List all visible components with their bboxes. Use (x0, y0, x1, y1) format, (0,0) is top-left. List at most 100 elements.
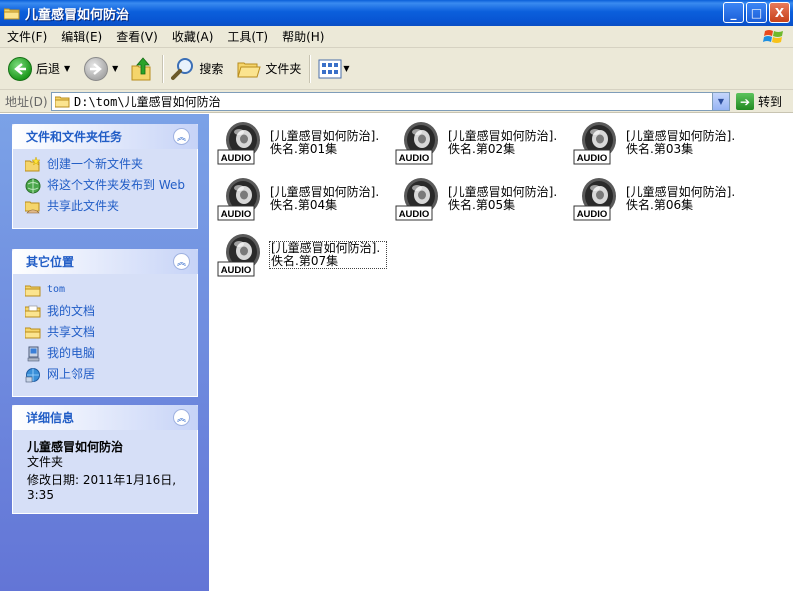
my-documents-icon (25, 305, 41, 318)
place-tom[interactable]: tom (25, 283, 189, 299)
details-header[interactable]: 详细信息 ︽ (12, 405, 198, 430)
menu-favorites[interactable]: 收藏(A) (165, 28, 221, 45)
views-dropdown-icon[interactable]: ▼ (343, 64, 349, 73)
place-my-documents[interactable]: 我的文档 (25, 304, 189, 320)
file-tasks-header[interactable]: 文件和文件夹任务 ︽ (12, 124, 198, 149)
toolbar-separator (309, 54, 311, 83)
file-name-focused: [儿童感冒如何防治]. 佚名.第07集 (269, 241, 387, 269)
address-input[interactable]: D:\tom\儿童感冒如何防治 ▼ (51, 92, 730, 111)
file-item-04[interactable]: AUDIO [儿童感冒如何防治]. 佚名.第04集 (213, 174, 389, 226)
menu-view[interactable]: 查看(V) (109, 28, 165, 45)
place-my-documents-label: 我的文档 (47, 304, 96, 318)
audio-file-icon: AUDIO (395, 178, 438, 221)
file-name: [儿童感冒如何防治]. 佚名.第06集 (626, 185, 736, 212)
details-modified: 修改日期: 2011年1月16日, 3:35 (27, 473, 177, 502)
up-button[interactable] (126, 52, 158, 86)
svg-text:AUDIO: AUDIO (399, 153, 430, 164)
menu-tools[interactable]: 工具(T) (220, 28, 275, 45)
title-bar[interactable]: 儿童感冒如何防治 _ □ X (0, 0, 793, 26)
file-item-02[interactable]: AUDIO [儿童感冒如何防治]. 佚名.第02集 (391, 118, 567, 170)
file-item-07[interactable]: AUDIO [儿童感冒如何防治]. 佚名.第07集 (213, 230, 389, 282)
place-tom-label: tom (47, 284, 66, 295)
collapse-chevron-icon[interactable]: ︽ (173, 128, 190, 145)
address-bar: 地址(D) D:\tom\儿童感冒如何防治 ▼ ➔ 转到 (0, 90, 793, 113)
place-shared-documents-label: 共享文档 (47, 325, 96, 339)
windows-logo-icon (763, 30, 783, 43)
address-path-prefix: D:\tom\ (74, 95, 125, 109)
task-pane: 文件和文件夹任务 ︽ 创建一个新文件夹 将这个文件夹发布到 Web 共享此文件夹… (0, 114, 209, 591)
menu-help[interactable]: 帮助(H) (275, 28, 331, 45)
file-name: [儿童感冒如何防治]. 佚名.第04集 (270, 185, 380, 212)
maximize-button[interactable]: □ (746, 2, 767, 23)
place-shared-documents[interactable]: 共享文档 (25, 325, 189, 341)
back-dropdown-icon[interactable]: ▼ (64, 64, 70, 73)
forward-button[interactable]: ▼ (80, 52, 122, 86)
toolbar: 后退 ▼ ▼ 搜索 文件夹 ▼ (0, 48, 793, 90)
file-list[interactable]: AUDIO [儿童感冒如何防治]. 佚名.第01集 AUDIO [儿童感冒如何防治… (209, 114, 793, 591)
svg-text:AUDIO: AUDIO (577, 209, 608, 220)
task-publish-web[interactable]: 将这个文件夹发布到 Web (25, 178, 189, 194)
file-name: [儿童感冒如何防治]. 佚名.第05集 (448, 185, 558, 212)
folders-label: 文件夹 (265, 62, 302, 76)
file-name: [儿童感冒如何防治]. 佚名.第02集 (448, 129, 558, 156)
folders-icon (237, 62, 262, 77)
menu-edit[interactable]: 编辑(E) (54, 28, 109, 45)
search-button[interactable]: 搜索 (167, 52, 227, 86)
up-folder-icon (131, 56, 151, 80)
audio-file-icon: AUDIO (573, 178, 616, 221)
back-button[interactable]: 后退 ▼ (4, 52, 74, 86)
window-title: 儿童感冒如何防治 (25, 7, 130, 23)
file-name: [儿童感冒如何防治]. 佚名.第01集 (270, 129, 380, 156)
details-name: 儿童感冒如何防治 (27, 440, 124, 454)
task-new-folder[interactable]: 创建一个新文件夹 (25, 157, 189, 173)
collapse-chevron-icon[interactable]: ︽ (173, 409, 190, 426)
share-folder-icon (25, 201, 40, 214)
search-icon (171, 57, 194, 80)
svg-text:AUDIO: AUDIO (221, 153, 252, 164)
audio-file-icon: AUDIO (217, 178, 260, 221)
file-item-06[interactable]: AUDIO [儿童感冒如何防治]. 佚名.第06集 (569, 174, 745, 226)
menu-bar: 文件(F) 编辑(E) 查看(V) 收藏(A) 工具(T) 帮助(H) (0, 26, 793, 48)
file-item-03[interactable]: AUDIO [儿童感冒如何防治]. 佚名.第03集 (569, 118, 745, 170)
folder-icon (55, 96, 70, 108)
file-item-01[interactable]: AUDIO [儿童感冒如何防治]. 佚名.第01集 (213, 118, 389, 170)
close-button[interactable]: X (769, 2, 790, 23)
other-places-panel: 其它位置 ︽ tom 我的文档 共享文档 我的电脑 网上邻居 (12, 249, 198, 397)
address-path-folder: 儿童感冒如何防治 (124, 95, 221, 109)
file-item-05[interactable]: AUDIO [儿童感冒如何防治]. 佚名.第05集 (391, 174, 567, 226)
audio-file-icon: AUDIO (217, 122, 260, 165)
audio-file-icon: AUDIO (395, 122, 438, 165)
views-icon (318, 59, 342, 78)
forward-arrow-icon (84, 56, 109, 81)
shared-documents-icon (25, 327, 41, 339)
search-label: 搜索 (199, 62, 224, 76)
views-button[interactable]: ▼ (314, 52, 353, 86)
address-dropdown-icon[interactable]: ▼ (712, 93, 729, 110)
folders-button[interactable]: 文件夹 (233, 52, 305, 86)
other-places-header[interactable]: 其它位置 ︽ (12, 249, 198, 274)
my-computer-icon (27, 346, 40, 362)
audio-file-icon: AUDIO (573, 122, 616, 165)
place-my-computer[interactable]: 我的电脑 (25, 346, 189, 362)
audio-file-icon: AUDIO (217, 234, 260, 277)
globe-icon (25, 178, 41, 194)
task-share-folder[interactable]: 共享此文件夹 (25, 199, 189, 215)
minimize-button[interactable]: _ (723, 2, 744, 23)
svg-text:AUDIO: AUDIO (577, 153, 608, 164)
network-icon (25, 368, 40, 383)
go-label: 转到 (758, 95, 783, 109)
menu-file[interactable]: 文件(F) (0, 28, 54, 45)
go-button[interactable]: ➔ 转到 (736, 93, 782, 110)
new-folder-icon (25, 157, 41, 172)
place-network-label: 网上邻居 (47, 367, 96, 381)
svg-text:AUDIO: AUDIO (221, 265, 252, 276)
task-publish-web-label: 将这个文件夹发布到 Web (47, 178, 185, 192)
forward-dropdown-icon[interactable]: ▼ (112, 64, 118, 73)
place-network[interactable]: 网上邻居 (25, 367, 189, 383)
back-arrow-icon (8, 56, 32, 81)
folder-icon (25, 285, 41, 297)
task-share-folder-label: 共享此文件夹 (47, 199, 120, 213)
collapse-chevron-icon[interactable]: ︽ (173, 253, 190, 270)
address-path: D:\tom\儿童感冒如何防治 (74, 93, 221, 110)
file-tasks-title: 文件和文件夹任务 (26, 130, 123, 144)
